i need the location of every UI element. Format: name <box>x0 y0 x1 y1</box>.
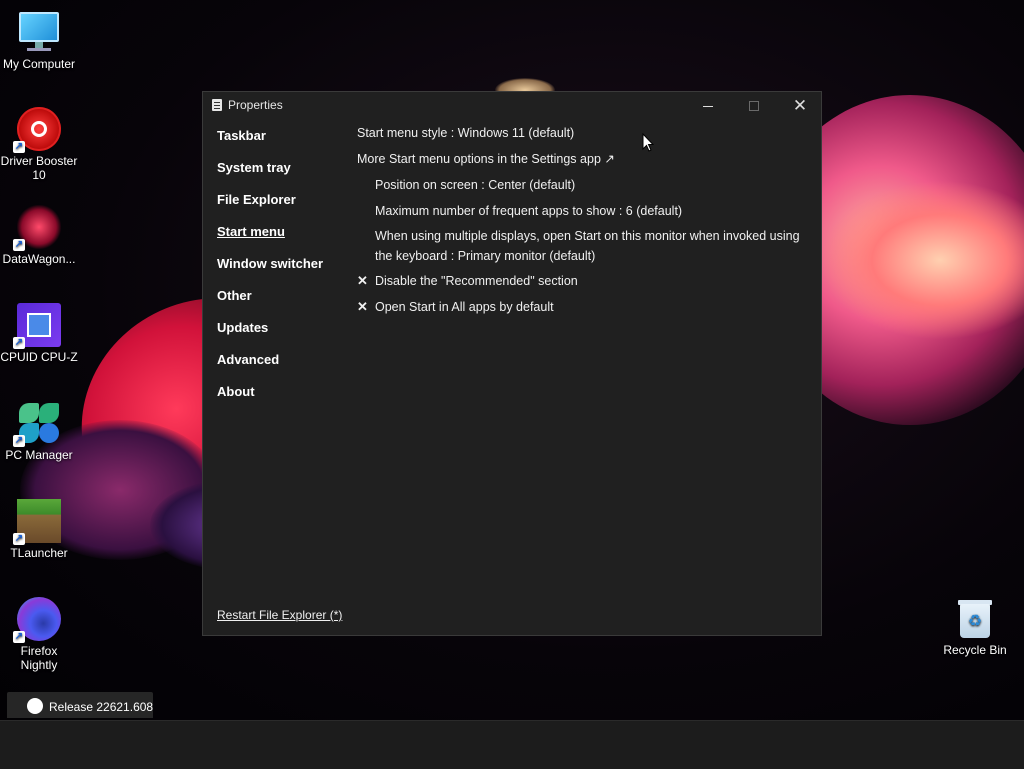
checkbox-label: Open Start in All apps by default <box>375 300 554 314</box>
driver-booster-icon: ↗ <box>13 107 61 153</box>
nav-item-about[interactable]: About <box>217 384 347 416</box>
taskbar[interactable] <box>0 720 1024 769</box>
firefox-nightly-icon: ↗ <box>13 597 61 643</box>
monitor-icon <box>17 10 61 54</box>
checkbox-label: Disable the "Recommended" section <box>375 274 578 288</box>
window-title: Properties <box>228 98 283 112</box>
desktop-icon-label: CPUID CPU-Z <box>0 350 78 364</box>
desktop-icon-datawagon[interactable]: ↗ DataWagon... <box>0 205 81 266</box>
desktop-icon-label: My Computer <box>2 57 76 71</box>
desktop-icon-label: Nightly <box>20 658 58 672</box>
desktop-icon-cpu-z[interactable]: ↗ CPUID CPU-Z <box>0 303 81 364</box>
setting-text-line: the keyboard : Primary monitor (default) <box>375 249 596 263</box>
nav-item-file-explorer[interactable]: File Explorer <box>217 192 347 224</box>
desktop-icon-label: Driver Booster <box>0 154 78 168</box>
maximize-button[interactable] <box>731 92 777 120</box>
minimize-button[interactable] <box>685 92 731 120</box>
desktop-icon-driver-booster[interactable]: ↗ Driver Booster 10 <box>0 107 81 182</box>
release-label: Release 22621.608... <box>49 700 153 714</box>
checked-x-icon: ✕ <box>357 299 368 314</box>
nav-item-start-menu[interactable]: Start menu <box>217 224 347 256</box>
cpu-z-icon: ↗ <box>13 303 61 349</box>
properties-app-icon <box>212 99 222 111</box>
link-more-start-menu-options[interactable]: More Start menu options in the Settings … <box>357 151 807 167</box>
checkbox-disable-recommended[interactable]: ✕ Disable the "Recommended" section <box>357 273 807 289</box>
desktop-icon-label: DataWagon... <box>2 252 76 266</box>
setting-max-frequent-apps[interactable]: Maximum number of frequent apps to show … <box>357 203 807 219</box>
nav-item-advanced[interactable]: Advanced <box>217 352 347 384</box>
checked-x-icon: ✕ <box>357 273 368 288</box>
settings-nav: Taskbar System tray File Explorer Start … <box>217 128 347 416</box>
nav-item-window-switcher[interactable]: Window switcher <box>217 256 347 288</box>
nav-item-updates[interactable]: Updates <box>217 320 347 352</box>
close-button[interactable]: ✕ <box>777 92 823 120</box>
desktop-icon-label: 10 <box>32 168 46 182</box>
setting-start-menu-style[interactable]: Start menu style : Windows 11 (default) <box>357 125 807 141</box>
setting-multi-display-monitor[interactable]: When using multiple displays, open Start… <box>357 226 807 266</box>
nav-item-other[interactable]: Other <box>217 288 347 320</box>
checkbox-open-all-apps[interactable]: ✕ Open Start in All apps by default <box>357 299 807 315</box>
nav-item-taskbar[interactable]: Taskbar <box>217 128 347 160</box>
restart-file-explorer-link[interactable]: Restart File Explorer (*) <box>217 608 342 622</box>
desktop-icon-label: Recycle Bin <box>943 643 1007 657</box>
setting-text-line: When using multiple displays, open Start… <box>375 229 800 243</box>
pc-manager-icon: ↗ <box>13 401 61 447</box>
desktop-icon-label: Firefox <box>20 644 58 658</box>
recycle-bin-icon: ♻ <box>957 598 993 640</box>
desktop-icon-firefox-nightly[interactable]: ↗ Firefox Nightly <box>0 597 81 672</box>
properties-window: Properties ✕ Taskbar System tray File Ex… <box>202 91 822 636</box>
desktop-icon-label: PC Manager <box>5 448 73 462</box>
release-notification-chip[interactable]: Release 22621.608... <box>7 692 153 718</box>
setting-position-on-screen[interactable]: Position on screen : Center (default) <box>357 177 807 193</box>
nav-item-system-tray[interactable]: System tray <box>217 160 347 192</box>
start-menu-settings: Start menu style : Windows 11 (default) … <box>357 125 807 325</box>
tlauncher-icon: ↗ <box>13 499 61 545</box>
desktop-icon-my-computer[interactable]: My Computer <box>0 10 81 71</box>
datawagon-icon: ↗ <box>13 205 61 251</box>
github-icon <box>27 697 43 714</box>
desktop-icon-pc-manager[interactable]: ↗ PC Manager <box>0 401 81 462</box>
desktop-icon-label: TLauncher <box>10 546 68 560</box>
desktop-icon-tlauncher[interactable]: ↗ TLauncher <box>0 499 81 560</box>
desktop-icon-recycle-bin[interactable]: ♻ Recycle Bin <box>933 598 1017 657</box>
title-bar[interactable]: Properties ✕ <box>203 92 821 120</box>
